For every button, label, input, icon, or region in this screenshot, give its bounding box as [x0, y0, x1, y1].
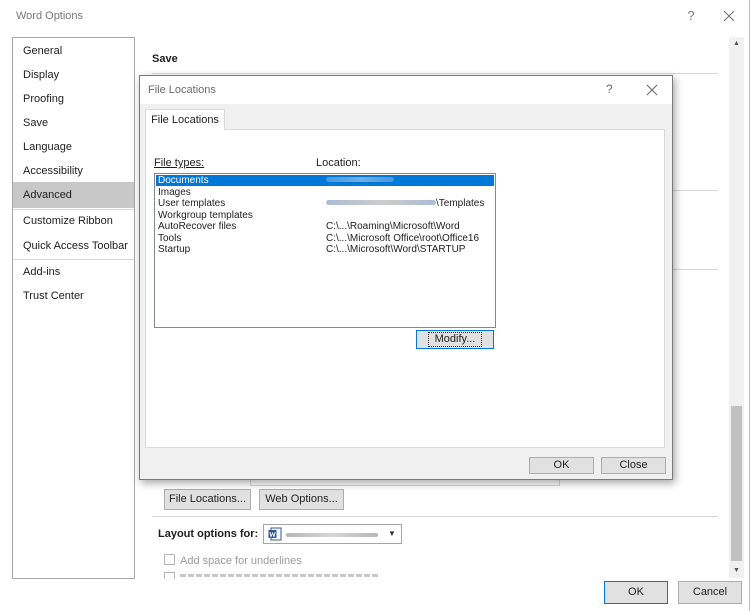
scroll-down-arrow-icon[interactable]: ▼ — [729, 564, 744, 578]
sidebar-item-customize-ribbon[interactable]: Customize Ribbon — [13, 210, 134, 232]
scroll-up-arrow-icon[interactable]: ▲ — [729, 37, 744, 51]
dialog-titlebar: File Locations ? — [140, 76, 672, 104]
file-types-label: File types: — [154, 157, 205, 169]
list-item-documents[interactable]: Documents — [156, 175, 494, 186]
list-item-autorecover-files[interactable]: AutoRecover files C:\...\Roaming\Microso… — [156, 221, 494, 232]
file-location — [326, 175, 394, 186]
sidebar-item-language[interactable]: Language — [13, 136, 134, 158]
file-type: Startup — [158, 244, 191, 255]
ok-button[interactable]: OK — [604, 581, 668, 604]
checkbox-icon — [164, 572, 175, 579]
options-sidebar: General Display Proofing Save Language A… — [12, 37, 135, 579]
modify-button-label: Modify... — [427, 332, 483, 347]
file-type: Images — [158, 187, 191, 198]
section-divider — [152, 516, 718, 517]
sidebar-item-advanced[interactable]: Advanced — [13, 182, 134, 208]
section-divider — [672, 269, 718, 270]
tab-panel: File types: Location: Documents Images U… — [145, 129, 665, 448]
close-icon[interactable] — [719, 6, 739, 26]
location-label: Location: — [316, 157, 361, 169]
file-locations-button[interactable]: File Locations... — [164, 489, 251, 510]
file-location: C:\...\Microsoft\Word\STARTUP — [326, 244, 466, 255]
sidebar-item-display[interactable]: Display — [13, 64, 134, 86]
modify-button[interactable]: Modify... — [416, 330, 494, 349]
file-type: Documents — [158, 175, 209, 186]
sidebar-item-add-ins[interactable]: Add-ins — [13, 261, 134, 283]
redacted-path — [326, 200, 436, 205]
add-space-underlines-checkbox[interactable]: Add space for underlines — [164, 554, 302, 568]
sidebar-item-general[interactable]: General — [13, 40, 134, 62]
dialog-close-button[interactable]: Close — [601, 457, 666, 474]
web-options-button[interactable]: Web Options... — [259, 489, 344, 510]
word-document-icon — [268, 527, 282, 541]
section-divider — [672, 190, 718, 191]
layout-options-label: Layout options for: — [158, 528, 259, 540]
file-type: AutoRecover files — [158, 221, 237, 232]
sidebar-item-quick-access-toolbar[interactable]: Quick Access Toolbar — [13, 235, 134, 257]
sidebar-item-accessibility[interactable]: Accessibility — [13, 160, 134, 182]
file-type: User templates — [158, 198, 226, 209]
sidebar-item-trust-center[interactable]: Trust Center — [13, 285, 134, 307]
chevron-down-icon: ▼ — [388, 529, 396, 538]
file-location-text: \Templates — [436, 198, 485, 209]
dialog-close-icon[interactable] — [644, 82, 660, 98]
redacted-path — [326, 177, 394, 182]
list-item-user-templates[interactable]: User templates \Templates — [156, 198, 494, 209]
window-title: Word Options — [16, 10, 84, 22]
file-type: Workgroup templates — [158, 210, 253, 221]
file-locations-dialog: File Locations ? File Locations File typ… — [139, 75, 673, 480]
section-divider — [152, 73, 718, 74]
vertical-scrollbar[interactable]: ▲ ▼ — [729, 37, 744, 578]
dialog-ok-button[interactable]: OK — [529, 457, 594, 474]
sidebar-item-save[interactable]: Save — [13, 112, 134, 134]
dialog-help-icon[interactable]: ? — [606, 82, 613, 96]
field-border — [250, 480, 560, 486]
file-location: C:\...\Microsoft Office\root\Office16 — [326, 233, 480, 244]
list-item-startup[interactable]: Startup C:\...\Microsoft\Word\STARTUP — [156, 244, 494, 255]
file-locations-list[interactable]: Documents Images User templates \Templat… — [154, 173, 496, 328]
file-location: C:\...\Roaming\Microsoft\Word — [326, 221, 460, 232]
sidebar-divider — [13, 259, 134, 260]
layout-document-dropdown[interactable]: ▼ — [263, 524, 402, 544]
list-item-workgroup-templates[interactable]: Workgroup templates — [156, 210, 494, 221]
sidebar-item-proofing[interactable]: Proofing — [13, 88, 134, 110]
checkbox-icon — [164, 554, 175, 565]
cancel-button[interactable]: Cancel — [678, 581, 742, 604]
file-location: \Templates — [326, 198, 484, 209]
redacted-document-name — [286, 533, 378, 537]
file-type: Tools — [158, 233, 182, 244]
save-section-heading: Save — [152, 53, 178, 65]
clipped-option-text — [180, 574, 380, 577]
tab-file-locations[interactable]: File Locations — [145, 109, 225, 130]
scrollbar-thumb[interactable] — [731, 406, 742, 561]
dialog-title: File Locations — [148, 84, 216, 96]
list-item-tools[interactable]: Tools C:\...\Microsoft Office\root\Offic… — [156, 233, 494, 244]
help-icon[interactable]: ? — [684, 8, 698, 24]
list-item-images[interactable]: Images — [156, 187, 494, 198]
checkbox-label: Add space for underlines — [180, 555, 302, 567]
